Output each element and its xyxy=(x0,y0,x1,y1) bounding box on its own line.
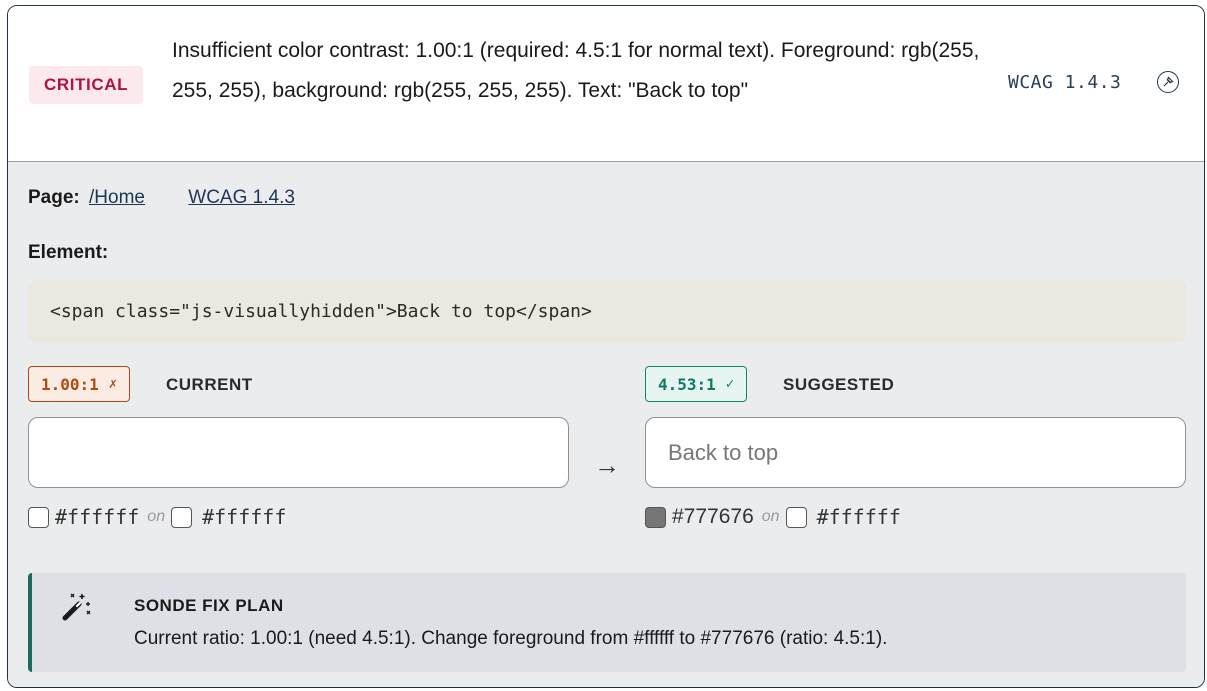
suggested-bg-swatch xyxy=(785,506,807,528)
element-code: <span class="js-visuallyhidden">Back to … xyxy=(28,280,1186,342)
current-bg-swatch xyxy=(171,506,193,528)
issue-message: Insufficient color contrast: 1.00:1 (req… xyxy=(172,39,980,102)
current-label: CURRENT xyxy=(166,375,253,394)
current-preview: Back to top xyxy=(28,417,569,488)
fix-plan-title: SONDE FIX PLAN xyxy=(134,596,284,615)
suggested-on-label: on xyxy=(761,508,780,525)
pass-icon: ✓ xyxy=(725,376,735,392)
element-label: Element: xyxy=(28,242,109,263)
current-bg-hex: #ffffff xyxy=(202,505,287,529)
suggested-bg-hex: #ffffff xyxy=(816,505,901,529)
suggested-colors: #777676 on #ffffff xyxy=(645,505,901,529)
page-link[interactable]: /Home xyxy=(89,187,145,208)
current-preview-text: Back to top xyxy=(51,439,162,465)
arrow-right-icon: → xyxy=(594,450,620,480)
page-row: Page: /Home WCAG 1.4.3 xyxy=(28,187,295,209)
current-ratio: 1.00:1 xyxy=(41,374,99,394)
current-on-label: on xyxy=(147,508,166,525)
fix-plan: SONDE FIX PLAN Current ratio: 1.00:1 (ne… xyxy=(28,573,1186,672)
pin-icon[interactable] xyxy=(1157,71,1179,93)
page-label: Page: xyxy=(28,187,80,208)
severity-badge: CRITICAL xyxy=(29,66,144,104)
issue-header: CRITICAL Insufficient color contrast: 1.… xyxy=(8,6,1204,160)
current-fg-hex: #ffffff xyxy=(55,505,140,529)
current-colors: #ffffff on #ffffff xyxy=(28,505,286,529)
issue-card: CRITICAL Insufficient color contrast: 1.… xyxy=(7,5,1205,688)
suggested-ratio-badge: 4.53:1 ✓ xyxy=(645,366,748,402)
current-fg-swatch xyxy=(28,506,49,528)
current-ratio-badge: 1.00:1 ✗ xyxy=(28,366,131,402)
fail-icon: ✗ xyxy=(108,376,118,392)
suggested-label: SUGGESTED xyxy=(783,375,895,394)
issue-details: Page: /Home WCAG 1.4.3 Element: <span cl… xyxy=(8,161,1204,687)
wcag-link[interactable]: WCAG 1.4.3 xyxy=(188,187,295,208)
fix-plan-text: Current ratio: 1.00:1 (need 4.5:1). Chan… xyxy=(134,628,888,649)
suggested-preview-text: Back to top xyxy=(668,439,779,465)
suggested-ratio: 4.53:1 xyxy=(658,374,716,394)
suggested-fg-hex: #777676 xyxy=(672,505,754,528)
wcag-tag: WCAG 1.4.3 xyxy=(1008,72,1122,93)
pin-glyph xyxy=(1163,76,1174,87)
suggested-preview: Back to top xyxy=(645,417,1186,488)
magic-wand-icon xyxy=(62,593,91,621)
suggested-fg-swatch xyxy=(645,506,666,528)
